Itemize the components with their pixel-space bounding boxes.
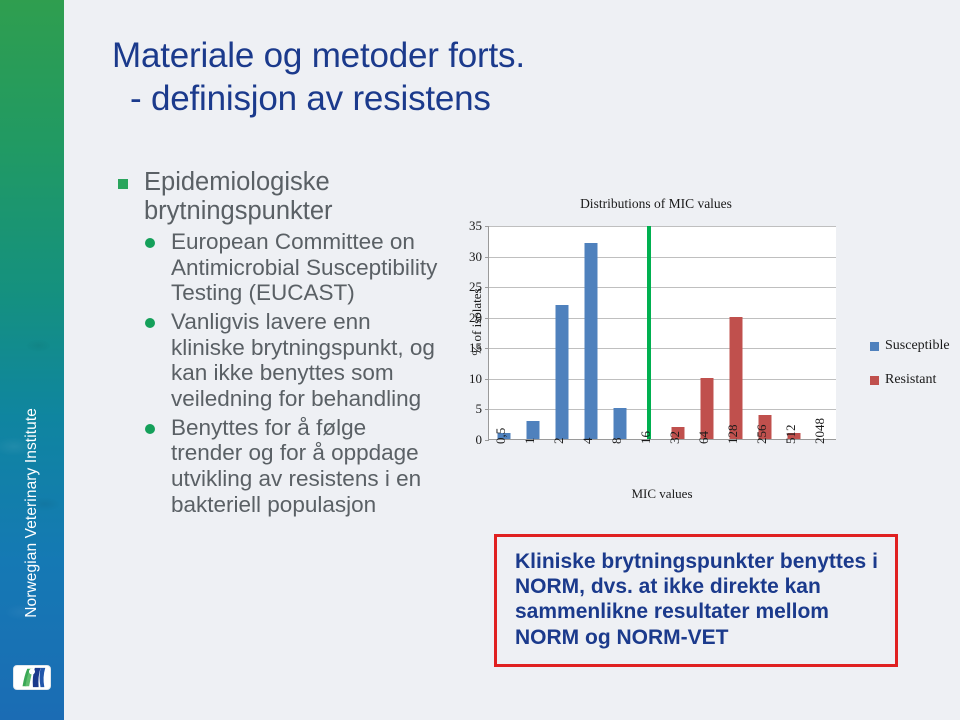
y-axis-tickmark — [485, 226, 489, 227]
x-axis-tick-label: 2048 — [811, 418, 827, 444]
x-axis-tick-label: 1 — [521, 437, 537, 445]
brand-sidebar: Norwegian Veterinary Institute — [0, 0, 64, 720]
y-axis-tickmark — [485, 348, 489, 350]
legend-label: Resistant — [885, 372, 937, 387]
y-axis-tickmark — [485, 287, 489, 289]
gridline — [489, 287, 836, 289]
bar-resistant-64 — [700, 377, 713, 439]
green-dot-bullet-icon — [145, 318, 155, 329]
x-axis-tick-label: 16 — [637, 431, 653, 444]
chart-y-axis-ticks: 0 5 10 15 20 25 30 35 — [458, 218, 486, 447]
breakpoint-line-marker — [646, 226, 651, 439]
gridline — [489, 256, 836, 258]
bar-susceptible-8 — [613, 408, 626, 439]
y-axis-tick-label: 20 — [469, 309, 482, 325]
bullet-list: Epidemiologiske brytningspunkter Europea… — [118, 168, 440, 517]
x-axis-tick-label: 32 — [666, 431, 682, 444]
bullet-item-level2: Benyttes for å følge trender og for å op… — [143, 415, 440, 518]
bullet-item-level1: Epidemiologiske brytningspunkter — [118, 168, 440, 226]
green-square-bullet-icon — [118, 179, 128, 189]
x-axis-tick-label: 2 — [550, 437, 566, 445]
bar-susceptible-2 — [555, 304, 568, 439]
slide-title-line1: Materiale og metoder forts. — [112, 36, 525, 75]
gridline — [489, 348, 836, 350]
gridline — [489, 378, 836, 380]
bullet-text: Epidemiologiske brytningspunkter — [144, 168, 333, 226]
slide-title-line2: - definisjon av resistens — [130, 79, 491, 119]
green-dot-bullet-icon — [145, 238, 155, 249]
legend-label: Susceptible — [885, 338, 950, 353]
y-axis-tickmark — [485, 378, 489, 380]
bullet-text: European Committee on Antimicrobial Susc… — [171, 229, 438, 306]
callout-box: Kliniske brytningspunkter benyttes i NOR… — [494, 534, 898, 667]
chart-x-axis-label: MIC values — [631, 486, 693, 501]
legend-item-resistant: Resistant — [870, 372, 960, 388]
y-axis-tick-label: 35 — [469, 218, 482, 233]
bullet-text: Vanligvis lavere enn kliniske brytningsp… — [171, 309, 435, 411]
y-axis-tickmark — [485, 440, 489, 441]
bullet-item-level2: European Committee on Antimicrobial Susc… — [143, 229, 440, 306]
y-axis-tickmark — [485, 317, 489, 319]
bar-resistant-128 — [729, 316, 742, 439]
y-axis-tick-label: 15 — [469, 340, 482, 356]
bullet-item-level2: Vanligvis lavere enn kliniske brytningsp… — [143, 309, 440, 412]
y-axis-tickmark — [485, 409, 489, 411]
bullet-text: Benyttes for å følge trender og for å op… — [171, 414, 422, 517]
bullet-sublist: European Committee on Antimicrobial Susc… — [118, 229, 440, 517]
veterinary-institute-wave-logo-icon — [13, 665, 51, 690]
x-axis-tick-label: 64 — [695, 431, 711, 444]
mic-distribution-chart: Distributions of MIC values % of isolate… — [440, 196, 960, 508]
gridline — [489, 317, 836, 319]
x-axis-tick-label: 512 — [782, 424, 798, 445]
slide-title: Materiale og metoder forts. - definisjon… — [112, 34, 852, 121]
legend-swatch-resistant — [870, 375, 879, 385]
green-dot-bullet-icon — [145, 423, 155, 434]
bar-susceptible-4 — [584, 243, 597, 439]
x-axis-tick-label: 128 — [724, 424, 740, 445]
y-axis-tick-label: 0 — [475, 432, 483, 447]
y-axis-tick-label: 25 — [469, 279, 482, 295]
legend-item-susceptible: Susceptible — [870, 338, 960, 354]
y-axis-tickmark — [485, 256, 489, 258]
legend-swatch-susceptible — [870, 341, 879, 351]
organization-name: Norwegian Veterinary Institute — [23, 408, 40, 618]
y-axis-tick-label: 30 — [469, 248, 482, 264]
x-axis-tick-label: 4 — [579, 437, 595, 445]
x-axis-tick-label: 8 — [608, 437, 624, 445]
bar-susceptible-1 — [526, 420, 539, 439]
x-axis-tick-label: 256 — [753, 424, 769, 445]
chart-plot-area — [485, 226, 836, 441]
chart-title: Distributions of MIC values — [580, 196, 732, 211]
x-axis-tick-label: 0,5 — [492, 427, 508, 444]
gridline — [489, 409, 836, 411]
y-axis-tick-label: 5 — [475, 401, 483, 417]
y-axis-tick-label: 10 — [469, 370, 482, 386]
chart-legend: Susceptible Resistant — [870, 338, 960, 406]
gridline — [489, 226, 836, 227]
